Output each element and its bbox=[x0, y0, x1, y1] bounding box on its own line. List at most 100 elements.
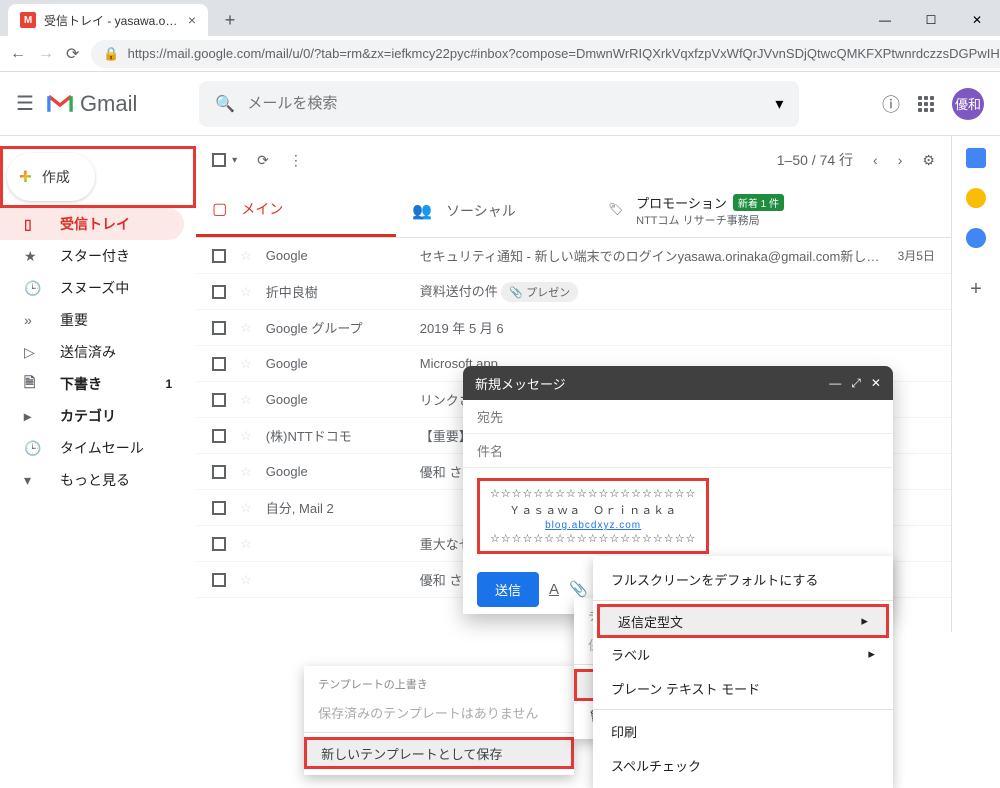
close-icon[interactable]: ✕ bbox=[871, 376, 881, 391]
next-page-icon[interactable]: › bbox=[898, 152, 903, 168]
compose-label: 作成 bbox=[42, 167, 70, 187]
inbox-icon: ▢ bbox=[212, 199, 227, 219]
star-icon[interactable]: ☆ bbox=[240, 464, 252, 480]
star-icon[interactable]: ☆ bbox=[240, 248, 252, 264]
window-minimize[interactable]: — bbox=[862, 4, 908, 36]
gmail-logo[interactable]: Gmail bbox=[46, 91, 137, 117]
sidebar-item-0[interactable]: ▯受信トレイ bbox=[0, 208, 184, 240]
prev-page-icon[interactable]: ‹ bbox=[873, 152, 878, 168]
row-checkbox[interactable] bbox=[212, 465, 226, 479]
window-close[interactable]: ✕ bbox=[954, 4, 1000, 36]
row-checkbox[interactable] bbox=[212, 393, 226, 407]
menu-fullscreen[interactable]: フルスクリーンをデフォルトにする bbox=[593, 562, 893, 596]
expand-icon[interactable]: ⤢ bbox=[851, 376, 861, 391]
star-icon[interactable]: ☆ bbox=[240, 572, 252, 588]
row-checkbox[interactable] bbox=[212, 537, 226, 551]
star-icon[interactable]: ☆ bbox=[240, 320, 252, 336]
tab-title: 受信トレイ - yasawa.orinaka@gm bbox=[44, 12, 180, 29]
sidebar-item-2[interactable]: 🕒スヌーズ中 bbox=[0, 272, 184, 304]
submenu-new-template[interactable]: 新しいテンプレートとして保存 bbox=[304, 737, 574, 769]
page-info: 1–50 / 74 行 bbox=[777, 150, 853, 170]
sidebar-item-3[interactable]: »重要 bbox=[0, 304, 184, 336]
compose-titlebar[interactable]: 新規メッセージ — ⤢ ✕ bbox=[463, 366, 893, 400]
sidebar-item-7[interactable]: 🕒タイムセール bbox=[0, 432, 184, 464]
window-maximize[interactable]: ☐ bbox=[908, 4, 954, 36]
tasks-icon[interactable] bbox=[966, 228, 986, 248]
menu-spellcheck[interactable]: スペルチェック bbox=[593, 748, 893, 782]
nav-icon: ▸ bbox=[24, 408, 44, 425]
row-checkbox[interactable] bbox=[212, 357, 226, 371]
chevron-down-icon[interactable]: ▾ bbox=[775, 94, 783, 114]
gmail-header: ☰ Gmail 🔍 ▾ ⓘ 優和 bbox=[0, 72, 1000, 136]
apps-grid-icon[interactable] bbox=[918, 96, 934, 112]
mail-row[interactable]: ☆ 折中良樹 資料送付の件 📎 プレゼン bbox=[196, 274, 951, 310]
row-checkbox[interactable] bbox=[212, 249, 226, 263]
signature-link[interactable]: blog.abcdxyz.com bbox=[545, 520, 641, 531]
refresh-icon[interactable]: ⟳ bbox=[257, 152, 269, 169]
search-input[interactable] bbox=[247, 95, 763, 112]
tag-icon: 🏷 bbox=[608, 202, 623, 216]
select-all-checkbox[interactable] bbox=[212, 153, 226, 167]
star-icon[interactable]: ☆ bbox=[240, 500, 252, 516]
compose-to-field[interactable]: 宛先 bbox=[463, 400, 893, 434]
gmail-logo-text: Gmail bbox=[80, 91, 137, 117]
menu-print[interactable]: 印刷 bbox=[593, 714, 893, 748]
mail-row[interactable]: ☆ Google グループ 2019 年 5 月 6 bbox=[196, 310, 951, 346]
sidebar-item-5[interactable]: 🗎下書き1 bbox=[0, 368, 184, 400]
tab-primary[interactable]: ▢ メイン bbox=[196, 184, 396, 237]
tab-social[interactable]: 👥 ソーシャル bbox=[396, 184, 596, 237]
reload-icon[interactable]: ⟳ bbox=[66, 44, 79, 64]
sidebar-item-4[interactable]: ▷送信済み bbox=[0, 336, 184, 368]
browser-tab[interactable]: M 受信トレイ - yasawa.orinaka@gm × bbox=[8, 4, 208, 36]
new-tab-button[interactable]: + bbox=[216, 6, 244, 34]
row-checkbox[interactable] bbox=[212, 321, 226, 335]
url-field[interactable]: 🔒 https://mail.google.com/mail/u/0/?tab=… bbox=[91, 40, 1000, 68]
back-icon[interactable]: ← bbox=[10, 45, 26, 63]
sidebar-item-8[interactable]: ▾もっと見る bbox=[0, 464, 184, 496]
sidebar-item-6[interactable]: ▸カテゴリ bbox=[0, 400, 184, 432]
plus-icon: + bbox=[19, 164, 32, 190]
add-addon-icon[interactable]: + bbox=[970, 278, 982, 301]
hamburger-icon[interactable]: ☰ bbox=[16, 91, 34, 116]
browser-tabstrip: M 受信トレイ - yasawa.orinaka@gm × + — ☐ ✕ bbox=[0, 0, 1000, 36]
people-icon: 👥 bbox=[412, 201, 432, 221]
mail-row[interactable]: ☆ Google セキュリティ通知 - 新しい端末でのログインyasawa.or… bbox=[196, 238, 951, 274]
compose-subject-field[interactable]: 件名 bbox=[463, 434, 893, 468]
tab-promotions[interactable]: 🏷 プロモーション 新着 1 件 NTTコム リサーチ事務局 bbox=[596, 184, 951, 237]
avatar[interactable]: 優和 bbox=[952, 88, 984, 120]
more-icon[interactable]: ⋮ bbox=[289, 152, 303, 169]
menu-label[interactable]: ラベル▸ bbox=[593, 637, 893, 671]
keep-icon[interactable] bbox=[966, 188, 986, 208]
compose-more-menu: フルスクリーンをデフォルトにする 返信定型文▸ ラベル▸ プレーン テキスト モ… bbox=[593, 556, 893, 788]
menu-plain-text[interactable]: プレーン テキスト モード bbox=[593, 671, 893, 705]
sidebar-item-1[interactable]: ★スター付き bbox=[0, 240, 184, 272]
attach-icon[interactable]: 📎 bbox=[569, 580, 588, 598]
row-checkbox[interactable] bbox=[212, 501, 226, 515]
help-icon[interactable]: ⓘ bbox=[882, 91, 900, 117]
star-icon[interactable]: ☆ bbox=[240, 356, 252, 372]
row-checkbox[interactable] bbox=[212, 285, 226, 299]
minimize-icon[interactable]: — bbox=[829, 376, 841, 391]
row-checkbox[interactable] bbox=[212, 429, 226, 443]
send-button[interactable]: 送信 bbox=[477, 572, 539, 607]
star-icon[interactable]: ☆ bbox=[240, 284, 252, 300]
address-bar: ← → ⟳ 🔒 https://mail.google.com/mail/u/0… bbox=[0, 36, 1000, 72]
menu-canned-responses[interactable]: 返信定型文▸ bbox=[597, 604, 889, 638]
save-template-submenu: テンプレートの上書き 保存済みのテンプレートはありません 新しいテンプレートとし… bbox=[304, 666, 574, 775]
close-icon[interactable]: × bbox=[188, 12, 196, 28]
star-icon[interactable]: ☆ bbox=[240, 428, 252, 444]
row-checkbox[interactable] bbox=[212, 573, 226, 587]
calendar-icon[interactable] bbox=[966, 148, 986, 168]
chevron-down-icon[interactable]: ▾ bbox=[232, 155, 237, 166]
compose-body[interactable]: ☆☆☆☆☆☆☆☆☆☆☆☆☆☆☆☆☆☆☆ Ｙａｓａｗａ Ｏｒｉｎａｋａ blog.… bbox=[463, 468, 893, 564]
search-box[interactable]: 🔍 ▾ bbox=[199, 81, 799, 127]
nav-icon: ▷ bbox=[24, 344, 44, 361]
mail-toolbar: ▾ ⟳ ⋮ 1–50 / 74 行 ‹ › ⚙ bbox=[196, 136, 951, 184]
signature-box: ☆☆☆☆☆☆☆☆☆☆☆☆☆☆☆☆☆☆☆ Ｙａｓａｗａ Ｏｒｉｎａｋａ blog.… bbox=[477, 478, 709, 554]
compose-button[interactable]: + 作成 bbox=[7, 153, 95, 201]
format-icon[interactable]: A bbox=[549, 581, 559, 598]
star-icon[interactable]: ☆ bbox=[240, 392, 252, 408]
star-icon[interactable]: ☆ bbox=[240, 536, 252, 552]
settings-icon[interactable]: ⚙ bbox=[922, 152, 935, 169]
forward-icon[interactable]: → bbox=[38, 45, 54, 63]
